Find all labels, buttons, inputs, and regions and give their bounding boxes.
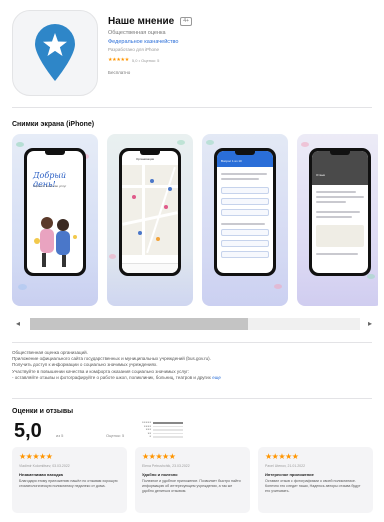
scroll-right-icon[interactable]: ▸ bbox=[368, 319, 372, 328]
review-title: Удобно и полезно bbox=[142, 472, 178, 477]
phone-screen: Организации bbox=[122, 151, 178, 273]
score-of-label: из 5 bbox=[56, 433, 64, 438]
price-label: Бесплатно bbox=[108, 70, 131, 75]
review-photo: Отзыв bbox=[312, 151, 368, 185]
review-card[interactable]: ★★★★★ Elena Petrushchik, 23.03.2022 Удоб… bbox=[135, 447, 250, 513]
rating-bar-row: ★ bbox=[139, 435, 183, 439]
age-badge: 4+ bbox=[180, 17, 192, 26]
app-header: Наше мнение 4+ Общественная оценка Федер… bbox=[12, 10, 372, 102]
app-title-row: Наше мнение 4+ bbox=[108, 16, 368, 27]
rating-bar-track bbox=[153, 422, 183, 424]
phone-screen: Вопрос 1 из 10 bbox=[217, 151, 273, 273]
rating-row: ★★★★★ 5,0 • Оценок: 5 bbox=[108, 57, 368, 63]
rating-count: Оценок: 5 bbox=[106, 433, 125, 438]
review-title: Интересное приложение bbox=[265, 472, 314, 477]
platform-label: Разработано для iPhone bbox=[108, 47, 160, 52]
review-stars: ★★★★★ bbox=[19, 452, 53, 461]
ratings-title: Оценки и отзывы bbox=[12, 408, 74, 415]
carousel-scrollbar[interactable]: ◂ ▸ bbox=[12, 315, 378, 333]
rating-distribution: ★★★★★ ★★★★ ★★★ ★★ ★ bbox=[139, 421, 183, 439]
review-meta: Elena Petrushchik, 23.03.2022 bbox=[142, 464, 190, 468]
app-title: Наше мнение bbox=[108, 16, 175, 27]
location-pin-star-icon bbox=[35, 24, 75, 81]
review-meta: Vladimir Kolomiitsev, 03.03.2022 bbox=[19, 464, 70, 468]
description-last-line: - оставляйте отзывы и фотографируйте о р… bbox=[12, 374, 211, 380]
rating-bar-track bbox=[153, 425, 183, 427]
phone-frame: Добрый день! Оцените качество услуг bbox=[24, 148, 86, 276]
phone-frame: Вопрос 1 из 10 bbox=[214, 148, 276, 276]
developer-link[interactable]: Федеральное казначейство bbox=[108, 39, 368, 45]
screenshot-4[interactable]: Отзыв bbox=[297, 134, 378, 306]
divider bbox=[12, 107, 372, 108]
people-illustration bbox=[34, 217, 77, 267]
review-title: Незаменимая находка bbox=[19, 472, 63, 477]
phone-screen: Отзыв bbox=[312, 151, 368, 273]
rating-bar-track bbox=[153, 429, 183, 431]
scroll-left-icon[interactable]: ◂ bbox=[16, 319, 20, 328]
app-icon bbox=[12, 10, 98, 96]
rating-bar-track bbox=[153, 436, 183, 438]
divider bbox=[12, 342, 372, 343]
review-meta: Pavel Utenov, 21.01.2022 bbox=[265, 464, 306, 468]
more-link[interactable]: еще bbox=[212, 375, 221, 380]
screenshot-2[interactable]: Организации bbox=[107, 134, 193, 306]
description-line: - оставляйте отзывы и фотографируйте о р… bbox=[12, 375, 372, 381]
screenshots-carousel[interactable]: Добрый день! Оцените качество услуг Орга… bbox=[12, 134, 378, 310]
app-subtitle: Общественная оценка bbox=[108, 30, 166, 36]
review-card[interactable]: ★★★★★ Vladimir Kolomiitsev, 03.03.2022 Н… bbox=[12, 447, 127, 513]
screen-header: Организации bbox=[136, 157, 155, 161]
screenshots-title: Снимки экрана (iPhone) bbox=[12, 121, 95, 128]
app-description: Общественная оценка организаций. Приложе… bbox=[12, 350, 372, 381]
review-card[interactable]: ★★★★★ Pavel Utenov, 21.01.2022 Интересно… bbox=[258, 447, 373, 513]
average-score: 5,0 bbox=[14, 420, 42, 442]
phone-screen: Добрый день! Оцените качество услуг bbox=[27, 151, 83, 273]
rating-stars: ★★★★★ bbox=[108, 57, 129, 63]
scroll-track[interactable] bbox=[30, 318, 360, 330]
question-counter: Вопрос 1 из 10 bbox=[221, 159, 242, 163]
screenshot-1[interactable]: Добрый день! Оцените качество услуг bbox=[12, 134, 98, 306]
divider bbox=[12, 398, 372, 399]
screenshot-3[interactable]: Вопрос 1 из 10 bbox=[202, 134, 288, 306]
scroll-thumb[interactable] bbox=[30, 318, 248, 330]
rating-bar-stars: ★ bbox=[149, 435, 151, 439]
phone-frame: Отзыв bbox=[309, 148, 371, 276]
review-body: Полезное и удобное приложение. Позволяет… bbox=[142, 479, 241, 493]
rating-bar-fill bbox=[153, 422, 183, 424]
app-meta: Наше мнение 4+ Общественная оценка Федер… bbox=[108, 16, 368, 75]
review-body: Оставил отзыв с фотографиями о своей пол… bbox=[265, 479, 361, 493]
rating-bar-track bbox=[153, 432, 183, 434]
welcome-caption: Оцените качество услуг bbox=[33, 184, 67, 188]
rating-summary: 5,0 • Оценок: 5 bbox=[131, 57, 160, 63]
review-stars: ★★★★★ bbox=[142, 452, 176, 461]
review-body: Благодаря этому приложению нашёл по отзы… bbox=[19, 479, 118, 488]
map-area bbox=[122, 165, 178, 255]
review-header: Отзыв bbox=[316, 173, 325, 177]
review-stars: ★★★★★ bbox=[265, 452, 299, 461]
phone-frame: Организации bbox=[119, 148, 181, 276]
